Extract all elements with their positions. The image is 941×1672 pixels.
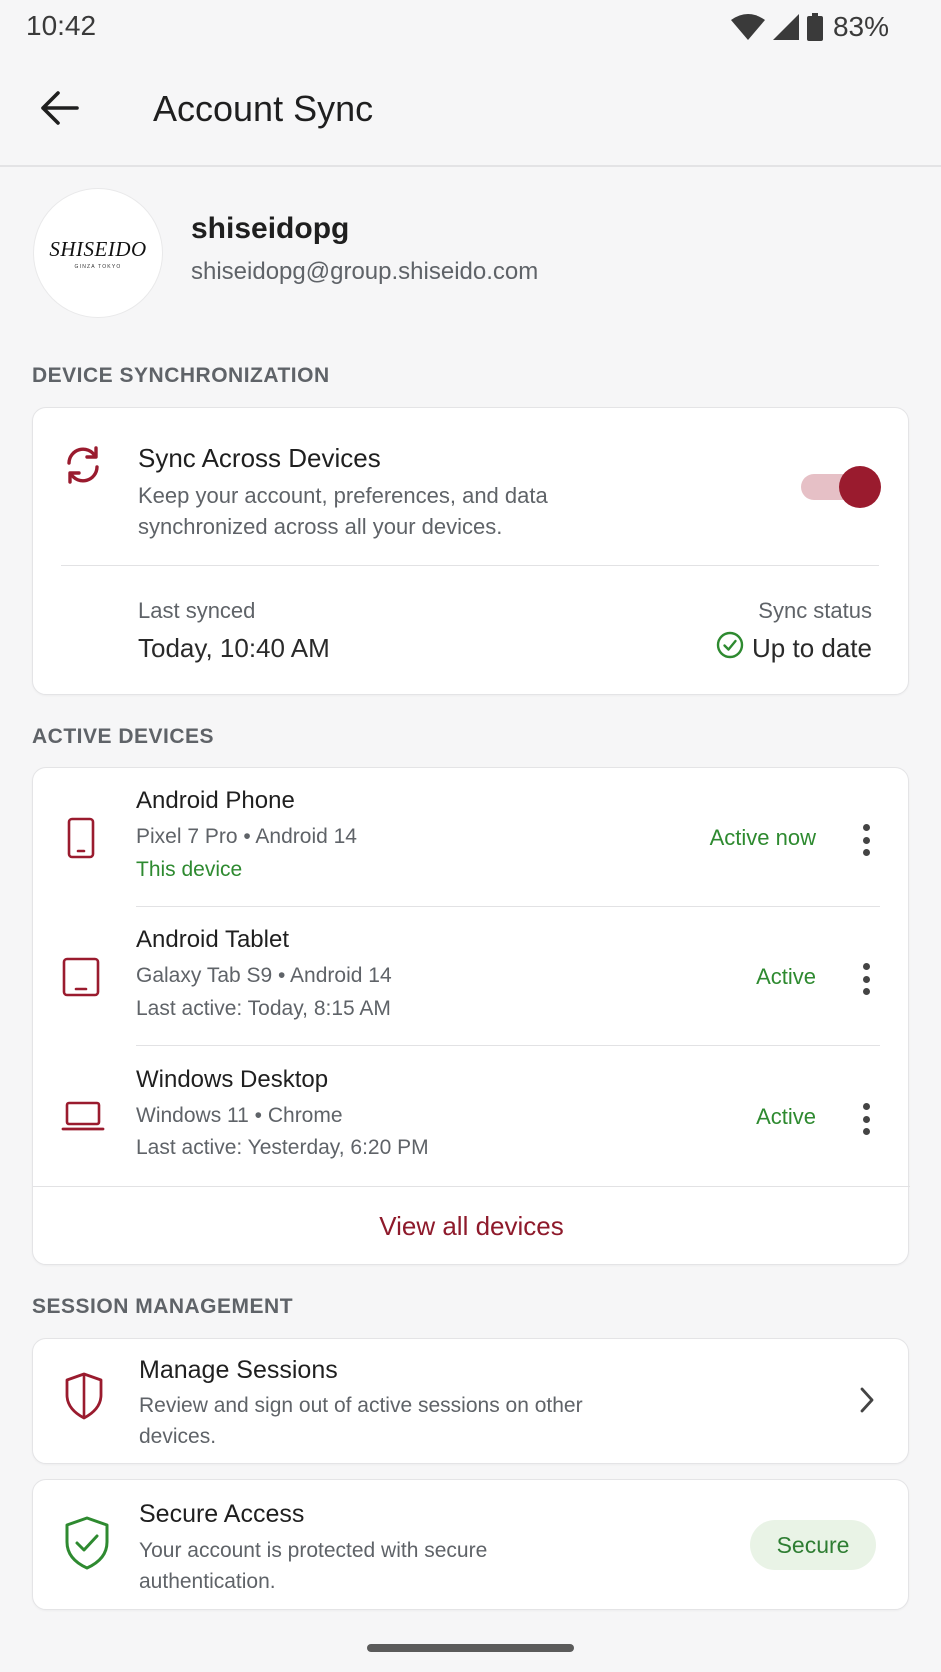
sync-description: Keep your account, preferences, and data… <box>138 483 548 539</box>
sync-toggle[interactable] <box>797 466 881 508</box>
device-menu-button[interactable] <box>854 959 878 999</box>
battery-icon <box>806 13 823 41</box>
account-email: shiseidopg@group.shiseido.com <box>191 258 539 285</box>
last-synced-value: Today, 10:40 AM <box>138 633 330 663</box>
device-detail: Galaxy Tab S9 • Android 14 <box>136 964 392 987</box>
device-row[interactable]: Android Tablet Galaxy Tab S9 • Android 1… <box>33 907 910 1046</box>
sync-title: Sync Across Devices <box>138 443 381 473</box>
view-all-devices-button[interactable]: View all devices <box>33 1186 910 1266</box>
device-name: Windows Desktop <box>136 1066 329 1093</box>
manage-sessions-description: Review and sign out of active sessions o… <box>139 1394 583 1448</box>
laptop-icon <box>61 1096 105 1141</box>
account-name: shiseidopg <box>191 212 350 245</box>
device-detail: Pixel 7 Pro • Android 14 <box>136 825 357 848</box>
device-menu-button[interactable] <box>854 820 878 860</box>
check-circle-icon <box>716 631 744 666</box>
app-bar-divider <box>0 165 941 167</box>
device-row[interactable]: Windows Desktop Windows 11 • Chrome Last… <box>33 1046 910 1185</box>
device-status: Active now <box>709 825 816 850</box>
device-last-active: Last active: Yesterday, 6:20 PM <box>136 1136 429 1159</box>
sync-divider <box>61 565 879 566</box>
shield-icon <box>63 1371 105 1426</box>
cellular-signal-icon <box>772 14 799 40</box>
sync-card: Sync Across Devices Keep your account, p… <box>32 407 909 695</box>
device-detail: Windows 11 • Chrome <box>136 1104 343 1127</box>
battery-percentage: 83% <box>832 11 889 42</box>
back-button[interactable] <box>30 80 90 140</box>
secure-access-card: Secure Access Your account is protected … <box>32 1479 909 1610</box>
sync-icon <box>61 443 105 492</box>
device-row[interactable]: Android Phone Pixel 7 Pro • Android 14 T… <box>33 768 910 907</box>
toggle-thumb <box>839 466 881 508</box>
chevron-right-icon <box>856 1385 878 1420</box>
phone-icon <box>61 816 101 865</box>
sync-status-label: Sync status <box>758 598 872 623</box>
page-title: Account Sync <box>153 88 374 129</box>
secure-access-title: Secure Access <box>139 1500 305 1528</box>
devices-card: Android Phone Pixel 7 Pro • Android 14 T… <box>32 767 910 1266</box>
avatar: SHISEIDO GINZA TOKYO <box>33 188 163 318</box>
section-label-session-management: SESSION MANAGEMENT <box>32 1295 294 1318</box>
device-name: Android Phone <box>136 787 295 814</box>
arrow-back-icon <box>40 90 80 131</box>
home-indicator[interactable] <box>367 1644 574 1652</box>
section-label-active-devices: ACTIVE DEVICES <box>32 725 215 748</box>
wifi-icon <box>730 14 765 40</box>
device-status: Active <box>756 964 816 989</box>
secure-access-description: Your account is protected with secure au… <box>139 1539 488 1593</box>
status-time: 10:42 <box>26 10 97 41</box>
device-status: Active <box>756 1104 816 1129</box>
sync-status-value: Up to date <box>752 633 872 663</box>
device-name: Android Tablet <box>136 926 289 953</box>
brand-logo: SHISEIDO <box>49 236 147 261</box>
device-last-active: Last active: Today, 8:15 AM <box>136 997 391 1020</box>
manage-sessions-title: Manage Sessions <box>139 1356 338 1384</box>
last-synced-label: Last synced <box>138 598 256 623</box>
section-label-device-sync: DEVICE SYNCHRONIZATION <box>32 364 330 387</box>
tablet-icon <box>61 955 101 1004</box>
brand-logo-subtext: GINZA TOKYO <box>74 263 122 270</box>
this-device-label: This device <box>136 858 243 881</box>
sync-status: Up to date <box>716 631 872 666</box>
device-menu-button[interactable] <box>854 1099 878 1139</box>
shield-check-icon <box>63 1515 111 1576</box>
secure-badge: Secure <box>750 1520 876 1570</box>
manage-sessions-row[interactable]: Manage Sessions Review and sign out of a… <box>32 1338 909 1464</box>
status-icons: 83% <box>730 10 889 44</box>
